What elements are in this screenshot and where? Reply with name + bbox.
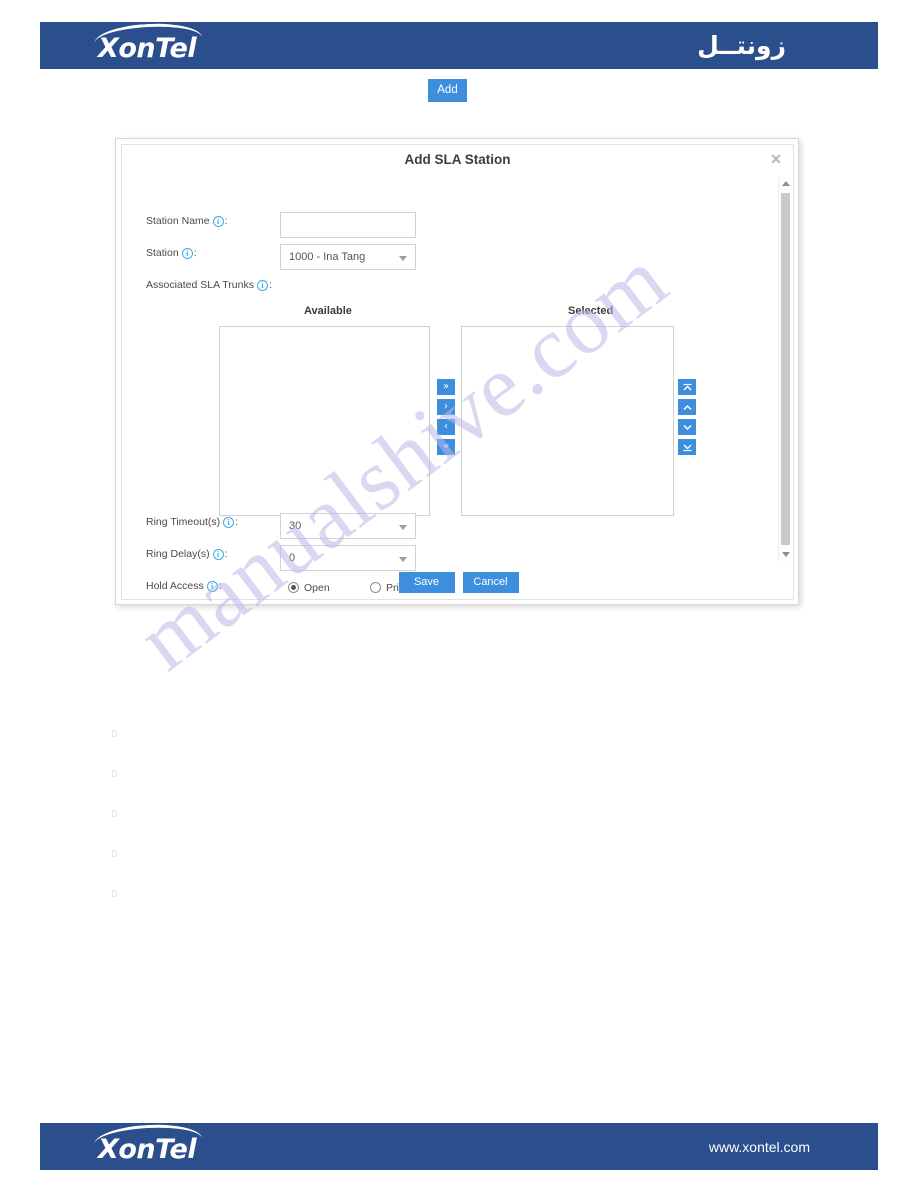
selected-caption: Selected (568, 305, 614, 317)
close-icon[interactable]: ✕ (768, 151, 784, 167)
chevron-down-icon (399, 525, 407, 530)
dialog-scrollbar[interactable] (778, 177, 791, 561)
ring-timeout-value: 30 (289, 520, 302, 532)
move-bottom-icon (683, 444, 691, 451)
ring-timeout-select[interactable]: 30 (280, 513, 416, 539)
header-brand-bar: XonTel زونتــل (40, 21, 878, 69)
page-root: manualshive.com XonTel زونتــل Add Add S… (0, 0, 918, 1188)
info-icon[interactable]: i (212, 215, 224, 227)
chevron-up-icon (682, 404, 692, 410)
field-row-ring-timeout: Ring Timeout(s) i: (146, 516, 238, 528)
station-select[interactable]: 1000 - Ina Tang (280, 244, 416, 270)
brand-arabic-text: زونتــل (697, 31, 786, 60)
field-row-associated-trunks: Associated SLA Trunks i: (146, 279, 272, 291)
dialog-title-bar: Add SLA Station ✕ (122, 145, 793, 175)
info-icon[interactable]: i (212, 548, 224, 560)
ring-delay-value: 0 (289, 552, 296, 564)
selected-listbox[interactable] (461, 326, 674, 516)
ring-timeout-label: Ring Timeout(s) i: (146, 516, 239, 528)
save-button[interactable]: Save (398, 572, 455, 593)
list-item (112, 810, 117, 817)
add-sla-station-dialog: Add SLA Station ✕ Station Name i: Station… (121, 144, 794, 600)
add-button[interactable]: Add (428, 79, 467, 102)
list-item (112, 730, 117, 737)
list-item (112, 770, 117, 777)
dialog-body: Station Name i: Station i: 1000 - Ina Tang (122, 175, 793, 594)
station-name-input[interactable] (280, 212, 416, 238)
page-title: Add SLA Station (404, 152, 511, 167)
list-item (112, 890, 117, 897)
move-right-button[interactable]: › (437, 399, 455, 415)
info-icon[interactable]: i (181, 247, 193, 259)
move-top-button[interactable] (678, 379, 696, 395)
move-up-button[interactable] (678, 399, 696, 415)
transfer-button-group: » › ‹ « (437, 379, 455, 455)
field-row-ring-delay: Ring Delay(s) i: (146, 548, 228, 560)
dialog-footer: Save Cancel (122, 572, 795, 593)
cancel-button[interactable]: Cancel (462, 572, 519, 593)
move-top-icon (683, 383, 691, 390)
ring-delay-label: Ring Delay(s) i: (146, 548, 228, 560)
move-all-right-button[interactable]: » (437, 379, 455, 395)
field-row-station: Station i: (146, 247, 197, 259)
scroll-up-arrow-icon[interactable] (779, 177, 792, 190)
move-down-button[interactable] (678, 419, 696, 435)
footer-url-text: www.xontel.com (708, 1138, 810, 1155)
list-item (112, 850, 117, 857)
info-icon[interactable]: i (256, 279, 268, 291)
station-label: Station i: (146, 247, 197, 259)
footer-brand-bar: XonTel www.xontel.com (40, 1122, 878, 1170)
chevron-down-icon (399, 256, 407, 261)
ring-delay-select[interactable]: 0 (280, 545, 416, 571)
move-left-button[interactable]: ‹ (437, 419, 455, 435)
dialog-shell: Add SLA Station ✕ Station Name i: Station… (115, 138, 799, 605)
scrollbar-thumb[interactable] (781, 193, 790, 545)
info-icon[interactable]: i (223, 516, 235, 528)
station-select-value: 1000 - Ina Tang (289, 251, 366, 263)
move-bottom-button[interactable] (678, 439, 696, 455)
associated-trunks-label: Associated SLA Trunks i: (146, 279, 272, 291)
chevron-down-icon (682, 424, 692, 430)
available-listbox[interactable] (219, 326, 430, 516)
logo-xontel: XonTel (93, 21, 203, 64)
field-row-station-name: Station Name i: (146, 215, 228, 227)
footer-logo-xontel: XonTel (93, 1122, 203, 1165)
scroll-down-arrow-icon[interactable] (779, 548, 792, 561)
station-name-label: Station Name i: (146, 215, 228, 227)
bullet-list (112, 730, 117, 930)
order-button-group (678, 379, 696, 455)
available-caption: Available (304, 305, 352, 317)
move-all-left-button[interactable]: « (437, 439, 455, 455)
chevron-down-icon (399, 557, 407, 562)
